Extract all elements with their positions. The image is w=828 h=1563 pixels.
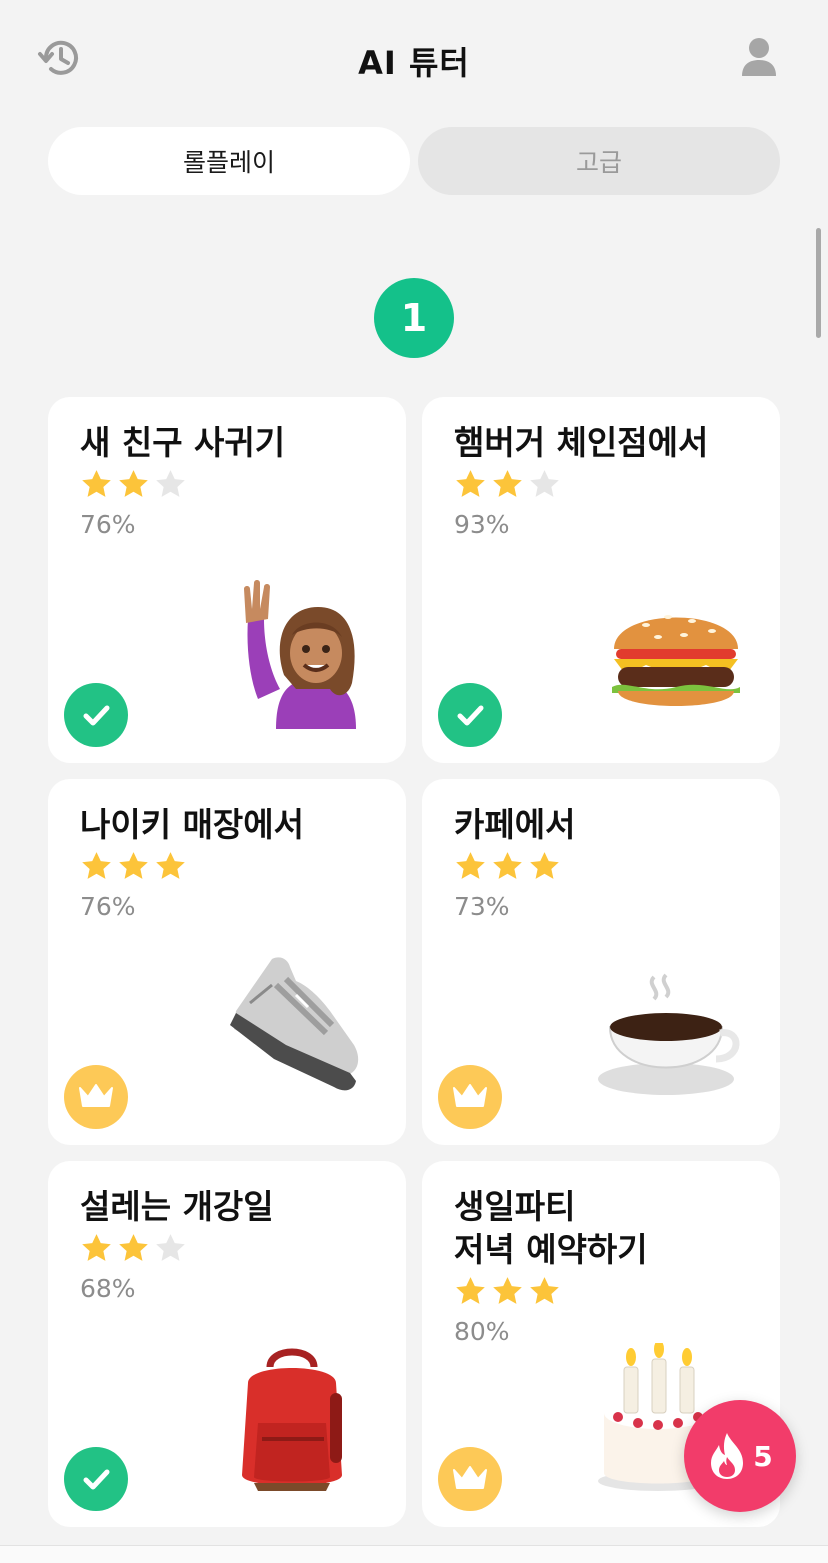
lesson-title: 설레는 개강일 (80, 1187, 274, 1226)
tab-advanced[interactable]: 고급 (418, 127, 780, 195)
lesson-score: 73% (454, 892, 510, 921)
streak-count: 5 (753, 1439, 773, 1473)
fire-icon (711, 1433, 744, 1479)
star-filled-icon (82, 1234, 111, 1261)
completed-badge (64, 1447, 128, 1511)
hamburger-icon (606, 583, 746, 727)
person-icon[interactable] (734, 32, 784, 82)
crown-icon (79, 1084, 113, 1107)
completed-badge (438, 683, 502, 747)
raising-hand-person-icon (236, 579, 366, 733)
hot-coffee-icon (596, 971, 746, 1105)
star-rating (80, 1232, 187, 1265)
level-badge: 1 (374, 278, 454, 358)
star-empty-icon (156, 1234, 185, 1261)
lesson-score: 76% (80, 892, 136, 921)
streak-button[interactable]: 5 (684, 1400, 796, 1512)
star-filled-icon (530, 1277, 559, 1304)
star-filled-icon (82, 852, 111, 879)
top-bar: AI 튜터 (0, 0, 828, 115)
checkmark-icon (83, 1469, 110, 1490)
sneaker-icon (226, 955, 366, 1109)
lesson-title: 새 친구 사귀기 (80, 423, 286, 462)
lesson-card[interactable]: 나이키 매장에서 76% (48, 779, 406, 1145)
star-filled-icon (493, 852, 522, 879)
scrollbar[interactable] (816, 228, 821, 338)
star-filled-icon (493, 470, 522, 497)
star-empty-icon (530, 470, 559, 497)
star-rating (454, 468, 561, 501)
star-filled-icon (456, 852, 485, 879)
bottom-tab-bar[interactable] (0, 1545, 828, 1563)
star-filled-icon (530, 852, 559, 879)
star-rating (454, 850, 561, 883)
crown-badge (64, 1065, 128, 1129)
lesson-score: 80% (454, 1317, 510, 1346)
star-empty-icon (156, 470, 185, 497)
lesson-title: 나이키 매장에서 (80, 805, 305, 844)
lesson-card[interactable]: 햄버거 체인점에서 93% (422, 397, 780, 763)
star-filled-icon (456, 1277, 485, 1304)
star-filled-icon (82, 470, 111, 497)
star-rating (80, 468, 187, 501)
star-filled-icon (119, 852, 148, 879)
star-rating (80, 850, 187, 883)
star-filled-icon (119, 1234, 148, 1261)
lesson-card[interactable]: 설레는 개강일 68% (48, 1161, 406, 1527)
star-filled-icon (456, 470, 485, 497)
backpack-icon (234, 1343, 354, 1497)
star-rating (454, 1275, 561, 1308)
lesson-card[interactable]: 새 친구 사귀기 76% (48, 397, 406, 763)
crown-icon (453, 1084, 487, 1107)
page-title: AI 튜터 (358, 44, 470, 82)
lesson-card[interactable]: 카페에서 73% (422, 779, 780, 1145)
lesson-title: 생일파티 저녁 예약하기 (454, 1187, 648, 1269)
star-filled-icon (119, 470, 148, 497)
crown-badge (438, 1065, 502, 1129)
lesson-score: 93% (454, 510, 510, 539)
mode-tabs: 롤플레이 고급 (48, 127, 780, 195)
lesson-title: 햄버거 체인점에서 (454, 423, 709, 462)
star-filled-icon (493, 1277, 522, 1304)
lesson-score: 76% (80, 510, 136, 539)
crown-badge (438, 1447, 502, 1511)
tab-roleplay[interactable]: 롤플레이 (48, 127, 410, 195)
crown-icon (453, 1466, 487, 1489)
lesson-title: 카페에서 (454, 805, 576, 844)
lesson-score: 68% (80, 1274, 136, 1303)
checkmark-icon (457, 705, 484, 726)
star-filled-icon (156, 852, 185, 879)
completed-badge (64, 683, 128, 747)
checkmark-icon (83, 705, 110, 726)
